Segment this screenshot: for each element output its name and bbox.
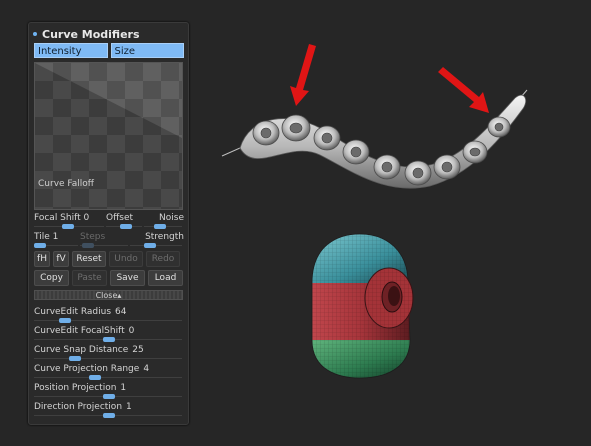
undo-button[interactable]: Undo: [109, 251, 143, 267]
noise-label: Noise: [159, 213, 184, 223]
curveedit-radius-row: CurveEdit Radius 64: [34, 306, 184, 323]
tile-steps-strength-row: Tile 1 Steps Strength: [34, 231, 184, 248]
tab-size[interactable]: Size: [110, 43, 184, 58]
curve-falloff-label: Curve Falloff: [38, 179, 94, 189]
close-bar[interactable]: Close▴: [34, 290, 183, 300]
curve-snap-distance-value: 25: [132, 345, 144, 355]
collapse-dot-icon[interactable]: [33, 32, 37, 36]
offset-slider[interactable]: Offset: [106, 212, 144, 229]
steps-slider: Steps: [80, 231, 130, 248]
direction-projection-label: Direction Projection: [34, 402, 123, 412]
position-projection-value: 1: [120, 383, 127, 393]
offset-label: Offset: [106, 213, 134, 223]
curve-snap-distance-label: Curve Snap Distance: [34, 345, 129, 355]
curve-falloff-editor[interactable]: Curve Falloff: [34, 62, 183, 210]
curveedit-focalshift-label: CurveEdit FocalShift: [34, 326, 125, 336]
flip-horizontal-button[interactable]: fH: [34, 251, 50, 267]
position-projection-label: Position Projection: [34, 383, 117, 393]
curve-tabs: Intensity Size: [34, 43, 184, 59]
direction-projection-value: 1: [126, 402, 132, 412]
curveedit-radius-slider[interactable]: CurveEdit Radius 64: [34, 306, 184, 323]
arrow-left-icon: [290, 44, 316, 106]
position-projection-slider[interactable]: Position Projection 1: [34, 382, 184, 399]
curve-projection-range-label: Curve Projection Range: [34, 364, 140, 374]
strength-label: Strength: [145, 232, 184, 242]
save-button[interactable]: Save: [110, 270, 145, 286]
button-row-2: Copy Paste Save Load: [34, 270, 184, 286]
tile-value: 1: [52, 232, 59, 242]
curveedit-radius-label: CurveEdit Radius: [34, 307, 112, 317]
copy-button[interactable]: Copy: [34, 270, 69, 286]
arrow-right-icon: [438, 67, 489, 113]
paste-button[interactable]: Paste: [72, 270, 107, 286]
chevron-up-icon: ▴: [117, 291, 122, 300]
curve-modifiers-panel: Curve Modifiers Intensity Size Curve Fal…: [28, 22, 189, 425]
reset-button[interactable]: Reset: [72, 251, 106, 267]
panel-title: Curve Modifiers: [42, 27, 140, 41]
tile-slider[interactable]: Tile 1: [34, 231, 80, 248]
tab-intensity[interactable]: Intensity: [34, 43, 108, 58]
direction-projection-row: Direction Projection 1: [34, 401, 184, 418]
focal-offset-noise-row: Focal Shift 0 Offset Noise: [34, 212, 184, 229]
curveedit-radius-value: 64: [115, 307, 127, 317]
focal-shift-label: Focal Shift: [34, 213, 81, 223]
position-projection-row: Position Projection 1: [34, 382, 184, 399]
direction-projection-slider[interactable]: Direction Projection 1: [34, 401, 184, 418]
focal-shift-value: 0: [83, 213, 90, 223]
button-row-1: fH fV Reset Undo Redo: [34, 251, 184, 267]
curve-projection-range-row: Curve Projection Range 4: [34, 363, 184, 380]
focal-shift-slider[interactable]: Focal Shift 0: [34, 212, 106, 229]
tile-label: Tile: [34, 232, 50, 242]
curveedit-focalshift-value: 0: [128, 326, 135, 336]
curveedit-focalshift-slider[interactable]: CurveEdit FocalShift 0: [34, 325, 184, 342]
curve-projection-range-slider[interactable]: Curve Projection Range 4: [34, 363, 184, 380]
curve-projection-range-value: 4: [143, 364, 150, 374]
curveedit-focalshift-row: CurveEdit FocalShift 0: [34, 325, 184, 342]
redo-button[interactable]: Redo: [146, 251, 180, 267]
noise-slider[interactable]: Noise: [144, 212, 184, 229]
viewport[interactable]: Curve Modifiers Intensity Size Curve Fal…: [0, 0, 591, 446]
strength-slider[interactable]: Strength: [130, 231, 184, 248]
steps-label: Steps: [80, 232, 106, 242]
close-label: Close: [95, 291, 118, 300]
curve-snap-distance-slider[interactable]: Curve Snap Distance 25: [34, 344, 184, 361]
load-button[interactable]: Load: [148, 270, 183, 286]
capsule-model: [311, 233, 414, 379]
flip-vertical-button[interactable]: fV: [53, 251, 69, 267]
curve-snap-distance-row: Curve Snap Distance 25: [34, 344, 184, 361]
panel-header[interactable]: Curve Modifiers: [33, 26, 184, 42]
